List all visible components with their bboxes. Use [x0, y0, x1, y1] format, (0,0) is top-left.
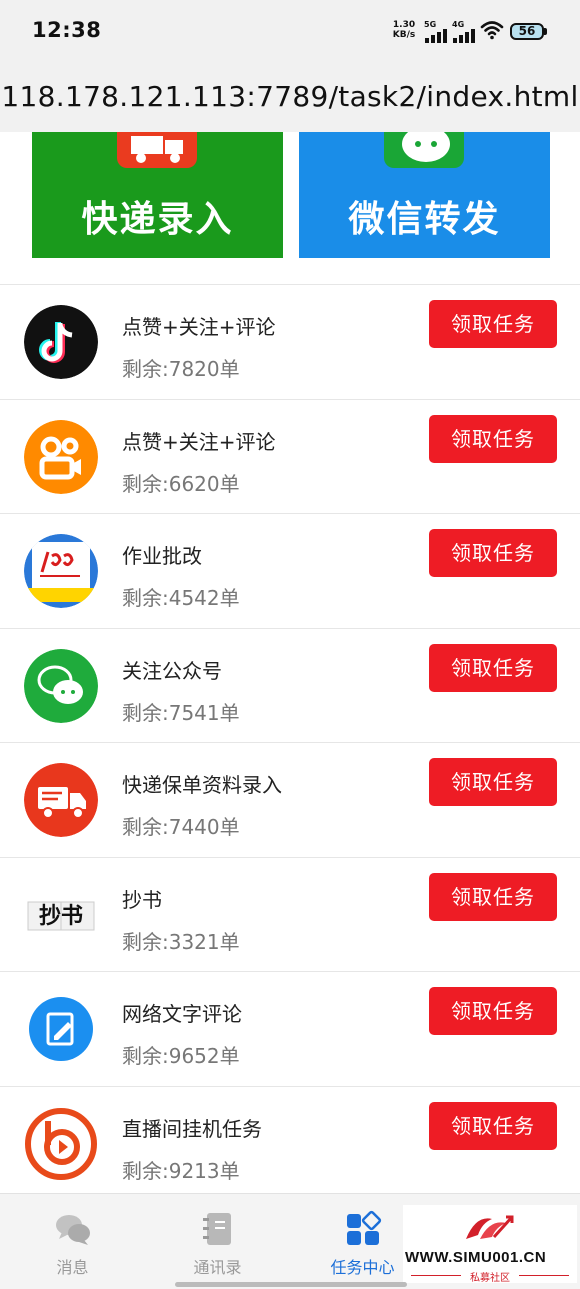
task-title: 网络文字评论 — [122, 1002, 242, 1026]
claim-task-button[interactable]: 领取任务 — [429, 758, 557, 806]
chat-bubbles-icon — [55, 1215, 90, 1245]
status-time: 12:38 — [32, 18, 102, 42]
banner-wechat-forward[interactable]: 微信转发 — [299, 132, 550, 258]
delivery-truck-icon — [117, 132, 197, 168]
watermark-logo-icon — [466, 1215, 514, 1239]
wechat-official-account-icon — [24, 648, 98, 723]
task-remaining: 剩余:7541单 — [122, 700, 240, 725]
nav-label: 消息 — [56, 1258, 89, 1277]
wifi-icon — [480, 21, 504, 40]
task-row: 直播间挂机任务 剩余:9213单 领取任务 — [0, 1087, 580, 1201]
task-remaining: 剩余:7820单 — [122, 357, 240, 381]
nav-contacts[interactable]: 通讯录 — [145, 1194, 290, 1289]
task-title: 点赞+关注+评论 — [122, 429, 276, 454]
claim-task-button[interactable]: 领取任务 — [429, 987, 557, 1035]
claim-task-button[interactable]: 领取任务 — [429, 529, 557, 577]
watermark-site: WWW.SIMU001.CN — [405, 1249, 547, 1266]
live-stream-play-icon — [24, 1107, 98, 1181]
battery-icon: 56 — [510, 23, 544, 40]
status-bar: 12:38 1.30 KB/s 5G 4G 56 — [0, 0, 580, 62]
task-title: 点赞+关注+评论 — [122, 315, 276, 339]
task-remaining: 剩余:6620单 — [122, 471, 240, 496]
claim-task-button[interactable]: 领取任务 — [429, 300, 557, 348]
nav-label: 通讯录 — [193, 1258, 242, 1277]
task-remaining: 剩余:9213单 — [122, 1158, 240, 1183]
browser-url-bar[interactable]: 118.178.121.113:7789/task2/index.html — [0, 62, 580, 132]
banner-express-label: 快递录入 — [81, 199, 234, 240]
task-title: 抄书 — [122, 887, 162, 912]
homework-correction-icon — [24, 534, 98, 608]
watermark-subtitle: 私募社区 — [470, 1273, 510, 1284]
watermark-divider — [519, 1275, 569, 1276]
task-remaining: 剩余:9652单 — [122, 1044, 240, 1068]
task-row: 抄书 抄书 剩余:3321单 领取任务 — [0, 858, 580, 972]
url-text[interactable]: 118.178.121.113:7789/task2/index.html — [0, 80, 580, 113]
claim-task-button[interactable]: 领取任务 — [429, 643, 557, 692]
task-center-icon — [346, 1210, 381, 1245]
network-speed: 1.30 KB/s — [392, 20, 416, 40]
contacts-book-icon — [202, 1213, 231, 1245]
task-remaining: 剩余:3321单 — [122, 929, 240, 954]
banner-express-entry[interactable]: 快递录入 — [32, 132, 283, 258]
signal-5g-icon: 5G — [424, 20, 448, 43]
task-remaining: 剩余:4542单 — [122, 586, 240, 610]
task-remaining: 剩余:7440单 — [122, 815, 240, 839]
douyin-icon — [24, 305, 98, 379]
task-title: 作业批改 — [122, 544, 202, 568]
task-row: 作业批改 剩余:4542单 领取任务 — [0, 514, 580, 629]
delivery-truck-icon — [24, 763, 98, 837]
task-row: 关注公众号 剩余:7541单 领取任务 — [0, 629, 580, 743]
claim-task-button[interactable]: 领取任务 — [429, 872, 557, 921]
banner-wechat-label: 微信转发 — [348, 199, 501, 240]
task-row: 快递保单资料录入 剩余:7440单 领取任务 — [0, 743, 580, 858]
copy-book-icon-text: 抄书 — [39, 903, 83, 929]
claim-task-button[interactable]: 领取任务 — [429, 414, 557, 463]
wechat-icon — [384, 132, 464, 168]
signal-4g-icon: 4G — [452, 20, 476, 43]
task-title: 关注公众号 — [122, 658, 222, 683]
watermark: WWW.SIMU001.CN 私募社区 — [403, 1205, 577, 1284]
task-list: 点赞+关注+评论 剩余:7820单 领取任务 点赞+关注+评论 剩余:6620单… — [0, 284, 580, 1201]
edit-note-icon — [24, 992, 98, 1066]
task-title: 直播间挂机任务 — [122, 1116, 262, 1141]
nav-messages[interactable]: 消息 — [0, 1194, 145, 1289]
home-indicator[interactable] — [175, 1282, 407, 1287]
task-row: 点赞+关注+评论 剩余:6620单 领取任务 — [0, 400, 580, 514]
task-title: 快递保单资料录入 — [122, 773, 282, 797]
battery-tip — [544, 28, 547, 35]
task-row: 点赞+关注+评论 剩余:7820单 领取任务 — [0, 285, 580, 400]
task-row: 网络文字评论 剩余:9652单 领取任务 — [0, 972, 580, 1087]
kuaishou-icon — [24, 419, 98, 494]
copy-book-icon: 抄书 — [24, 877, 98, 952]
claim-task-button[interactable]: 领取任务 — [429, 1101, 557, 1150]
